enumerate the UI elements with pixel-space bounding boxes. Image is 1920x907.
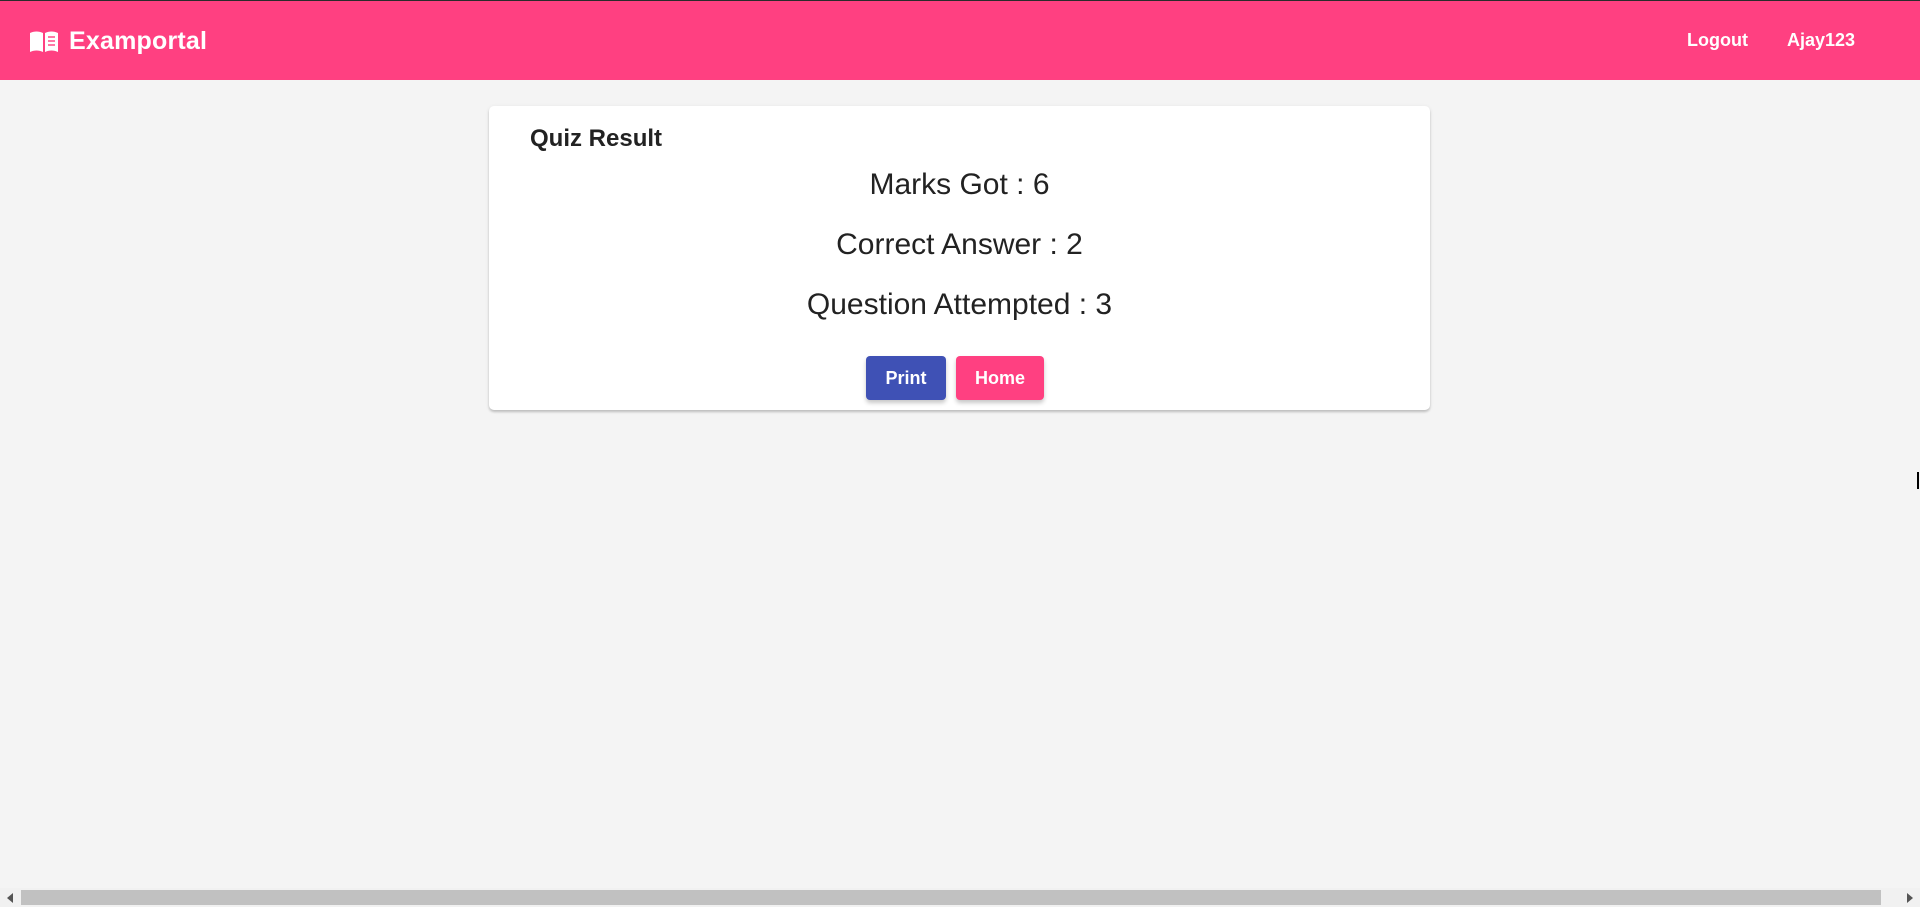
print-button[interactable]: Print (866, 356, 946, 400)
scroll-right-arrow-icon[interactable] (1907, 893, 1913, 903)
brand-title: Examportal (69, 27, 208, 55)
card-title: Quiz Result (530, 125, 663, 152)
text-cursor (1917, 472, 1919, 489)
marks-got-text: Marks Got : 6 (869, 168, 1050, 201)
quiz-result-card: Quiz Result Marks Got : 6 Correct Answer… (489, 106, 1430, 410)
brand-link[interactable]: Examportal (29, 27, 207, 56)
scrollbar-thumb[interactable] (21, 890, 1881, 905)
username-link[interactable]: Ajay123 (1787, 30, 1855, 51)
horizontal-scrollbar[interactable] (0, 888, 1920, 907)
correct-answer-text: Correct Answer : 2 (836, 228, 1083, 261)
question-attempted-text: Question Attempted : 3 (806, 288, 1113, 321)
scroll-left-arrow-icon[interactable] (7, 893, 13, 903)
home-button[interactable]: Home (956, 356, 1044, 400)
top-toolbar: Examportal Logout Ajay123 (0, 0, 1920, 80)
logout-link[interactable]: Logout (1687, 30, 1748, 51)
book-open-icon (29, 30, 59, 54)
